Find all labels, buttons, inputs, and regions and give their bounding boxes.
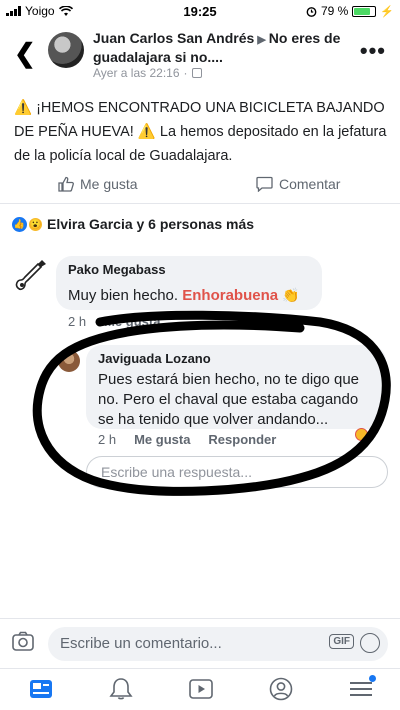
tab-menu[interactable] [348,675,376,701]
reply-time: 2 h [98,432,117,447]
warning-icon: ⚠️ [14,100,33,116]
thumb-up-icon [58,176,74,192]
menu-notification-dot [369,675,376,682]
comment-time: 2 h [68,314,87,329]
reply-author-name[interactable]: Javiguada Lozano [98,351,374,367]
audience-icon [191,68,202,78]
tab-watch[interactable] [188,677,214,701]
wow-reaction-icon: 😮 [28,216,43,232]
like-reaction-icon: 👍 [12,216,27,232]
comment-like-button[interactable]: Me gusta [104,314,160,329]
status-right: 79 % ⚡ [306,4,394,18]
reactions-label: Elvira Garcia y 6 personas más [47,216,255,232]
profile-icon [269,677,293,701]
comment-icon [256,176,273,192]
reply-avatar[interactable] [58,350,80,372]
news-feed-icon [30,680,52,698]
gif-button[interactable]: GIF [329,634,354,649]
author-avatar[interactable] [48,32,84,68]
battery-percent: 79 % [320,4,349,18]
tab-profile[interactable] [268,677,294,701]
video-icon [189,679,213,699]
tab-news-feed[interactable] [28,677,54,701]
alarm-icon [306,6,317,17]
charging-icon: ⚡ [380,5,394,18]
reactions-summary[interactable]: 👍 😮 Elvira Garcia y 6 personas más [12,216,254,232]
arrow-icon: ▶ [257,34,266,46]
reply-reactions[interactable]: 6 [355,428,376,441]
battery-icon [352,5,377,17]
reply-bubble: Javiguada Lozano Pues estará bien hecho,… [86,345,386,429]
post-header: ❮ Juan Carlos San Andrés ▶ No eres de guad… [0,24,400,84]
comment-text: Muy bien hecho. Enhorabuena 👏 [68,284,310,307]
laugh-reaction-icon [355,428,368,441]
emoji-icon[interactable] [360,633,380,653]
post-timestamp[interactable]: Ayer a las 22:16 [93,66,180,80]
tab-notifications[interactable] [108,677,134,701]
warning-icon: ⚠️ [137,124,156,140]
bell-icon [109,678,133,700]
status-bar: Yoigo 19:25 79 % ⚡ [0,0,400,22]
reply-input[interactable]: Escribe una respuesta... [86,456,388,488]
like-button[interactable]: Me gusta [58,176,138,192]
clapping-icon: 👏 [282,287,300,303]
comment-highlight: Enhorabuena [182,287,279,304]
post-meta: Ayer a las 22:16 · [93,66,202,80]
comment-label: Comentar [279,176,341,192]
camera-icon[interactable] [12,631,34,651]
tab-bar [0,668,400,710]
reply-text: Pues estará bien hecho, no te digo que n… [98,371,360,428]
comment-bubble: Pako Megabass Muy bien hecho. Enhorabuen… [56,256,322,310]
post-text: ⚠️ ¡HEMOS ENCONTRADO UNA BICICLETA BAJAN… [14,96,388,168]
author-name[interactable]: Juan Carlos San Andrés [93,30,254,46]
comment-button[interactable]: Comentar [256,176,340,192]
action-bar: Me gusta Comentar [0,172,400,204]
comment-composer: Escribe un comentario... GIF [0,618,400,666]
comment-text-plain: Muy bien hecho. [68,287,179,304]
reply-reaction-count: 6 [370,428,377,441]
battery-fill [354,7,371,15]
reply-like-button[interactable]: Me gusta [134,432,190,447]
post-title: Juan Carlos San Andrés ▶ No eres de guadal… [93,30,353,66]
reply-respond-button[interactable]: Responder [208,432,276,447]
back-button[interactable]: ❮ [14,40,36,66]
comment-meta: 2 h Me gusta [68,314,160,329]
guitar-avatar[interactable] [12,258,48,294]
like-label: Me gusta [80,176,138,192]
more-options-button[interactable]: ••• [360,38,386,64]
commenter-name[interactable]: Pako Megabass [68,262,310,278]
dot-separator: · [183,66,188,80]
reply-meta: 2 h Me gusta Responder [98,432,276,447]
